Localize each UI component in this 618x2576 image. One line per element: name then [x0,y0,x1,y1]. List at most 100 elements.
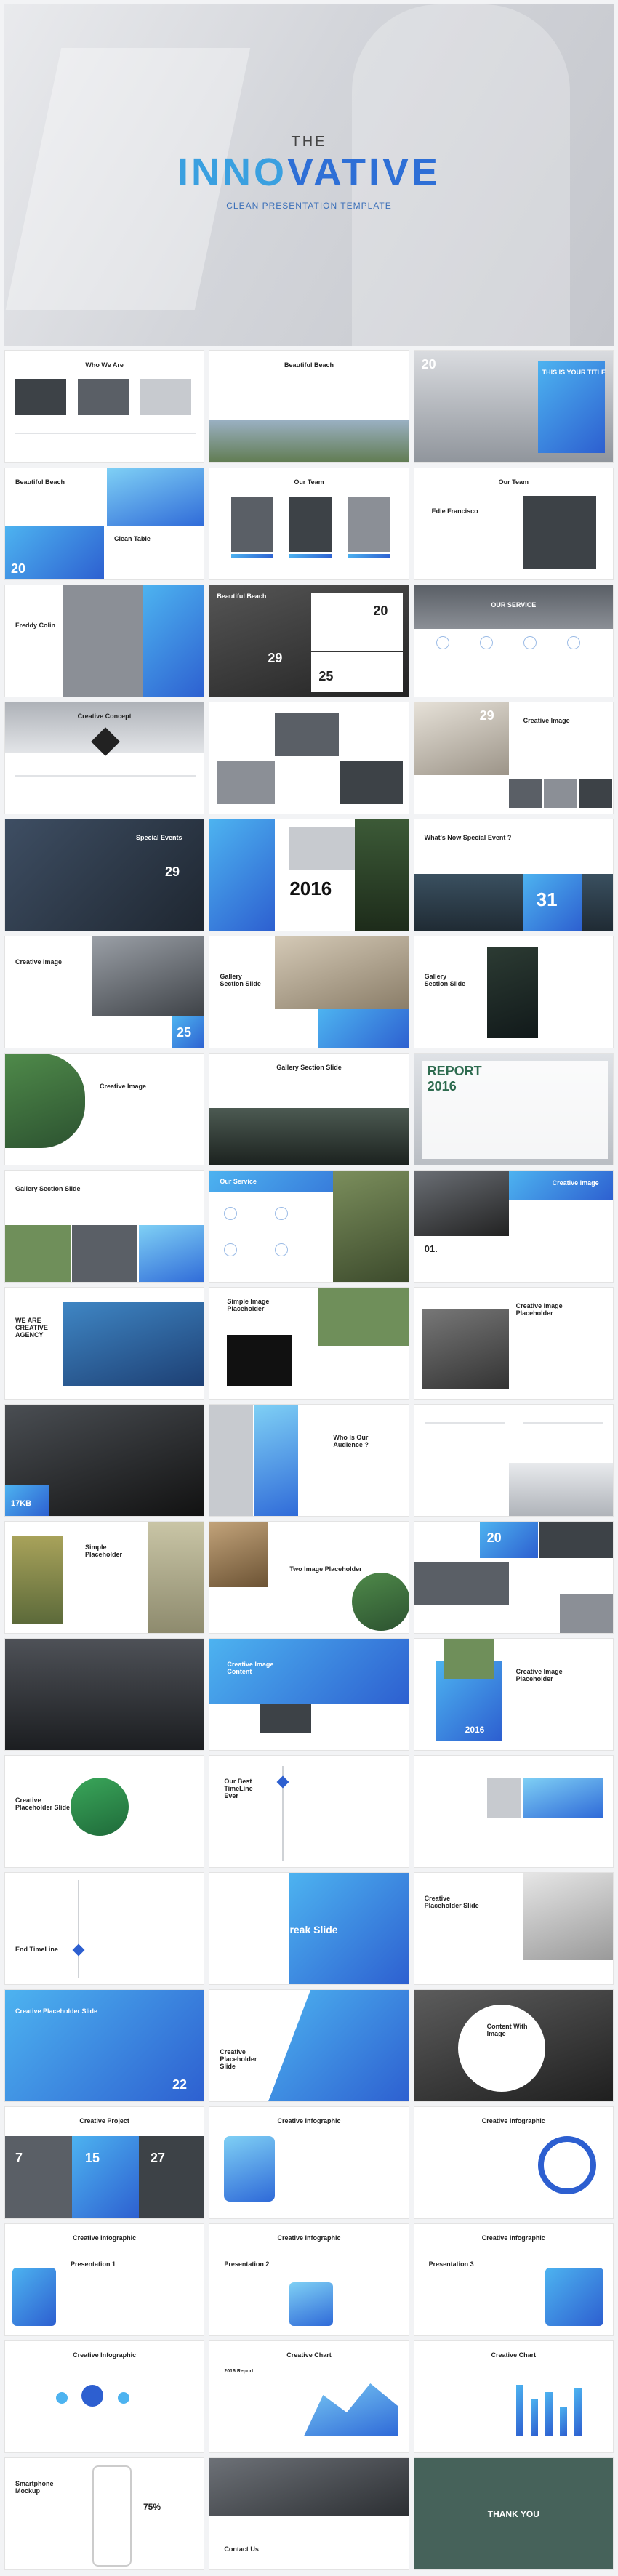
blue-panel [209,819,276,931]
slide-thumbnail[interactable]: Simple Image Placeholder [209,1287,409,1400]
slide-thumbnail[interactable]: Creative Project 7 15 27 [4,2106,205,2219]
slide-thumbnail[interactable]: Who We Are [4,350,205,463]
slide-number: 25 [177,1025,192,1040]
cover-pre-title: THE [291,134,327,150]
phone-mockup [92,2465,132,2567]
circle-photo [71,1778,129,1836]
divider [15,775,196,777]
slide-thumbnail[interactable]: Break Slide [209,1872,409,1985]
slide-thumbnail[interactable]: Beautiful Beach Clean Table 20 [4,468,205,580]
person-photo [63,585,143,697]
slide-thumbnail[interactable]: What's Now Special Event ? 31 [413,819,614,931]
area-chart [304,2383,399,2436]
slide-thumbnail[interactable]: Creative Infographic Presentation 1 [4,2223,205,2336]
slide-thumbnail[interactable]: Creative Image Placeholder [413,1287,614,1400]
slide-thumbnail[interactable]: Our Best TimeLine Ever [209,1755,409,1868]
slide-thumbnail[interactable] [413,1404,614,1517]
slide-thumbnail[interactable] [209,702,409,814]
slide-title: Creative Image [100,1083,147,1090]
service-icon [224,1243,238,1256]
slide-thumbnail[interactable]: OUR SERVICE [413,585,614,697]
slide-thumbnail[interactable]: THANK YOU [413,2457,614,2570]
slide-thumbnail[interactable]: Gallery Section Slide [4,1170,205,1283]
slide-title: Contact Us [224,2545,259,2553]
slide-title: Creative Image [15,958,63,966]
slide-thumbnail[interactable]: Creative Placeholder Slide [413,1872,614,1985]
slide-number: 20 [11,561,26,576]
slide-thumbnail[interactable]: Creative Image [4,1053,205,1165]
slide-subtitle: Presentation 1 [71,2260,116,2268]
slide-thumbnail[interactable]: Creative Placeholder Slide [4,1755,205,1868]
bar [515,2385,523,2436]
slide-thumbnail[interactable]: 2016 [209,819,409,931]
slide-thumbnail[interactable]: Gallery Section Slide [413,936,614,1048]
slide-thumbnail[interactable] [413,1755,614,1868]
slide-thumbnail[interactable]: Creative Infographic Presentation 2 [209,2223,409,2336]
slide-thumbnail[interactable]: End TimeLine [4,1872,205,1985]
slide-thumbnail[interactable]: THIS IS YOUR TITLE 20 [413,350,614,463]
text-line [424,1422,505,1424]
slide-number: 31 [536,888,558,910]
slide-thumbnail[interactable]: Creative Infographic Presentation 3 [413,2223,614,2336]
slide-number: 7 [15,2151,23,2165]
slide-title: Creative Infographic [481,2234,545,2242]
slide-row: Creative Image Gallery Section Slide REP… [4,1053,614,1165]
team-photo [231,497,274,552]
slide-thumbnail[interactable]: Our Team Edie Francisco [413,468,614,580]
slide-thumbnail[interactable]: Beautiful Beach [209,350,409,463]
slide-thumbnail[interactable]: Beautiful Beach 29 25 20 [209,585,409,697]
slide-thumbnail[interactable]: Creative Chart 2016 Report [209,2340,409,2453]
slide-thumbnail[interactable]: Creative Infographic [209,2106,409,2219]
slide-thumbnail[interactable]: Who Is Our Audience ? [209,1404,409,1517]
sea-photo [107,468,204,526]
cover-slide[interactable]: THE INNOVATIVE CLEAN PRESENTATION TEMPLA… [4,4,614,346]
slide-thumbnail[interactable]: Gallery Section Slide [209,1053,409,1165]
slide-number: 20 [421,357,436,372]
slide-row: 17KB Who Is Our Audience ? [4,1404,614,1517]
slide-thumbnail[interactable]: Creative Image 29 [413,702,614,814]
slide-number: 29 [165,864,180,879]
slide-thumbnail[interactable] [4,1638,205,1751]
photo [78,379,129,415]
slide-row: Smartphone Mockup 75% Contact Us THANK Y… [4,2457,614,2570]
slide-thumbnail[interactable]: WE ARE CREATIVE AGENCY [4,1287,205,1400]
slide-title: Gallery Section Slide [220,973,261,987]
photo [15,379,66,415]
slide-thumbnail[interactable]: Our Service [209,1170,409,1283]
slide-grid: Who We Are Beautiful Beach THIS IS YOUR … [4,350,614,2575]
slide-thumbnail[interactable]: Creative Chart [413,2340,614,2453]
slide-thumbnail[interactable]: Creative Image Content [209,1638,409,1751]
slide-thumbnail[interactable]: Freddy Colin [4,585,205,697]
slide-thumbnail[interactable]: Content With Image [413,1989,614,2102]
service-icon [224,1207,238,1220]
slide-thumbnail[interactable]: Two Image Placeholder [209,1521,409,1634]
photo [508,779,542,808]
slide-thumbnail[interactable]: Simple Placeholder [4,1521,205,1634]
slide-thumbnail[interactable]: Creative Image 01. [413,1170,614,1283]
slide-thumbnail[interactable]: Creative Image 25 [4,936,205,1048]
slide-thumbnail[interactable]: Special Events 29 [4,819,205,931]
slide-thumbnail[interactable]: 20 [413,1521,614,1634]
slide-thumbnail[interactable]: 2016 Creative Image Placeholder [413,1638,614,1751]
slide-thumbnail[interactable]: Creative Infographic [4,2340,205,2453]
slide-thumbnail[interactable]: Smartphone Mockup 75% [4,2457,205,2570]
slide-thumbnail[interactable]: Creative Infographic [413,2106,614,2219]
slide-thumbnail[interactable]: Our Team [209,468,409,580]
slide-thumbnail[interactable]: Gallery Section Slide [209,936,409,1048]
slide-subtitle: 01. [424,1243,438,1254]
timeline-marker [72,1943,85,1957]
service-icon [275,1207,289,1220]
slide-title: Creative Image Placeholder [515,1302,563,1317]
blue-panel [318,1009,409,1048]
slide-title: Creative Infographic [277,2117,341,2124]
cover-title: INNOVATIVE [4,150,614,195]
slide-thumbnail[interactable]: Creative Placeholder Slide [209,1989,409,2102]
slide-number: 25 [318,669,334,683]
slide-thumbnail[interactable]: Creative Placeholder Slide 22 [4,1989,205,2102]
blue-panel [143,585,204,697]
slide-thumbnail[interactable]: Creative Concept [4,702,205,814]
slide-thumbnail[interactable]: REPORT 2016 [413,1053,614,1165]
slide-thumbnail[interactable]: Contact Us [209,2457,409,2570]
slide-title: Our Service [220,1178,257,1185]
slide-thumbnail[interactable]: 17KB [4,1404,205,1517]
